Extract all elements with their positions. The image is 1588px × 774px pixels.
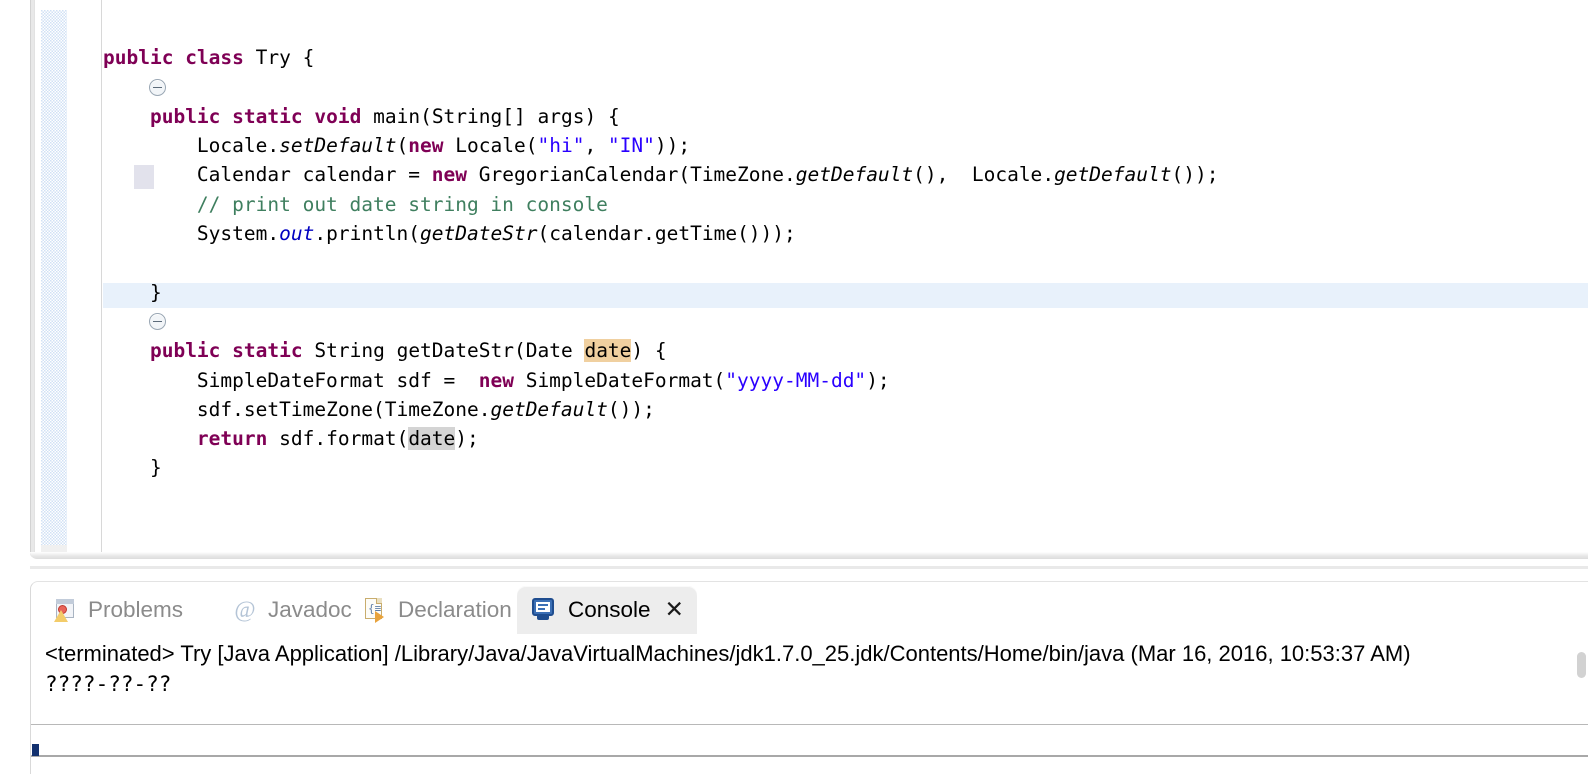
code-line[interactable] (103, 483, 1588, 512)
tab-console[interactable]: Console ✕ (517, 586, 697, 634)
token-keyword: class (185, 46, 244, 70)
code-line[interactable] (103, 307, 1588, 336)
token-method: format (326, 427, 397, 451)
code-line[interactable]: System.out.println(getDateStr(calendar.g… (103, 219, 1588, 248)
token-string: "hi" (537, 134, 585, 158)
token-type: TimeZone (690, 163, 784, 187)
token-type: SimpleDateFormat (196, 368, 385, 392)
folding-margin[interactable] (67, 0, 166, 558)
token-type: Locale (455, 134, 526, 158)
token-var: calendar (549, 222, 644, 246)
console-left-marker (32, 744, 39, 756)
console-output-line: ????-??-?? (45, 672, 172, 696)
sash-divider-line (30, 566, 1588, 569)
token-method: setTimeZone (243, 397, 374, 421)
code-line[interactable]: } (103, 453, 1588, 482)
code-line[interactable]: } (103, 278, 1588, 307)
token-type: TimeZone (384, 397, 479, 421)
view-tab-bar: Problems @ Javadoc {≡ Declaration Consol… (31, 582, 1588, 638)
token-var: sdf (196, 397, 233, 421)
close-icon[interactable]: ✕ (665, 598, 684, 622)
code-line[interactable]: Locale.setDefault(new Locale("hi", "IN")… (103, 131, 1588, 160)
token-type: Calendar (196, 163, 291, 187)
code-line[interactable] (103, 248, 1588, 277)
code-line[interactable]: // print out date string in console (103, 190, 1588, 219)
token-static-method: getDefault (490, 397, 608, 421)
token-var: sdf (279, 427, 315, 451)
occurrence-highlight-write: date (584, 339, 632, 363)
tab-problems-label: Problems (88, 597, 184, 622)
token-var: sdf (396, 368, 432, 392)
code-line[interactable]: public static String getDateStr(Date dat… (103, 336, 1588, 365)
tab-console-label: Console (568, 597, 651, 622)
token-method: getTime (654, 222, 738, 246)
console-header-line: <terminated> Try [Java Application] /Lib… (45, 641, 1411, 666)
code-line[interactable]: Calendar calendar = new GregorianCalenda… (103, 160, 1588, 189)
token-method: main (373, 104, 421, 128)
bottom-view-panel: Problems @ Javadoc {≡ Declaration Consol… (30, 581, 1588, 774)
declaration-icon: {≡ (362, 597, 388, 623)
token-keyword: public (149, 104, 221, 128)
token-static-method: getDefault (795, 163, 914, 187)
console-icon (530, 597, 558, 623)
token-keyword: public (149, 339, 221, 363)
eclipse-ide-window: public class Try { public static void ma… (0, 0, 1588, 774)
tab-problems[interactable]: Problems (39, 586, 196, 634)
tab-declaration[interactable]: {≡ Declaration (349, 586, 525, 634)
editor-left-frame (30, 0, 35, 558)
code-text-area[interactable]: public class Try { public static void ma… (103, 0, 1588, 558)
problems-icon (52, 597, 78, 623)
code-line[interactable] (103, 512, 1588, 541)
token-string: "yyyy-MM-dd" (725, 368, 867, 392)
token-comment: // print out date string in console (196, 192, 608, 216)
change-bar-ribbon (41, 10, 67, 545)
tab-declaration-label: Declaration (398, 597, 512, 622)
token-keyword: static (232, 104, 303, 128)
javadoc-at-icon: @ (234, 597, 256, 622)
code-line[interactable]: sdf.setTimeZone(TimeZone.getDefault()); (103, 395, 1588, 424)
code-line[interactable] (103, 73, 1588, 102)
code-line[interactable]: SimpleDateFormat sdf = new SimpleDateFor… (103, 366, 1588, 395)
token-static-method: getDateStr (420, 222, 538, 246)
token-keyword: new (478, 368, 514, 392)
token-type: Try (255, 46, 291, 70)
console-output-area[interactable]: <terminated> Try [Java Application] /Lib… (31, 638, 1588, 774)
token-var: calendar (302, 163, 397, 187)
token-string: "IN" (607, 134, 655, 158)
console-vertical-scrollbar[interactable] (1577, 652, 1586, 678)
java-editor-pane[interactable]: public class Try { public static void ma… (0, 0, 1588, 566)
token-type: GregorianCalendar (478, 163, 679, 187)
token-keyword: void (314, 104, 362, 128)
token-keyword: return (196, 427, 268, 451)
tab-javadoc[interactable]: @ Javadoc (219, 586, 365, 634)
token-keyword: public (103, 46, 174, 70)
token-type: SimpleDateFormat (525, 368, 714, 392)
tab-javadoc-label: Javadoc (268, 597, 352, 622)
code-line[interactable]: return sdf.format(date); (103, 424, 1588, 453)
editor-console-sash[interactable] (0, 559, 1588, 581)
editor-bottom-edge (30, 552, 1588, 559)
token-field: out (279, 222, 315, 246)
token-type: Date (525, 339, 573, 363)
token-type: String (314, 339, 385, 363)
console-header-underline (31, 724, 1588, 725)
token-keyword: static (232, 339, 303, 363)
token-method: println (326, 222, 409, 246)
console-bottom-divider (31, 755, 1588, 757)
code-line[interactable]: public class Try { (103, 43, 1588, 72)
token-param: args (537, 104, 585, 128)
token-type: String (431, 104, 503, 128)
code-line[interactable]: public static void main(String[] args) { (103, 102, 1588, 131)
token-keyword: new (408, 134, 444, 158)
token-keyword: new (431, 163, 467, 187)
token-method: getDateStr (396, 339, 514, 363)
token-static-method: setDefault (279, 134, 397, 158)
token-static-method: getDefault (1054, 163, 1172, 187)
token-type: Locale (971, 163, 1043, 187)
token-type: System (196, 222, 268, 246)
token-type: Locale (196, 134, 268, 158)
occurrence-highlight-read: date (408, 427, 456, 451)
